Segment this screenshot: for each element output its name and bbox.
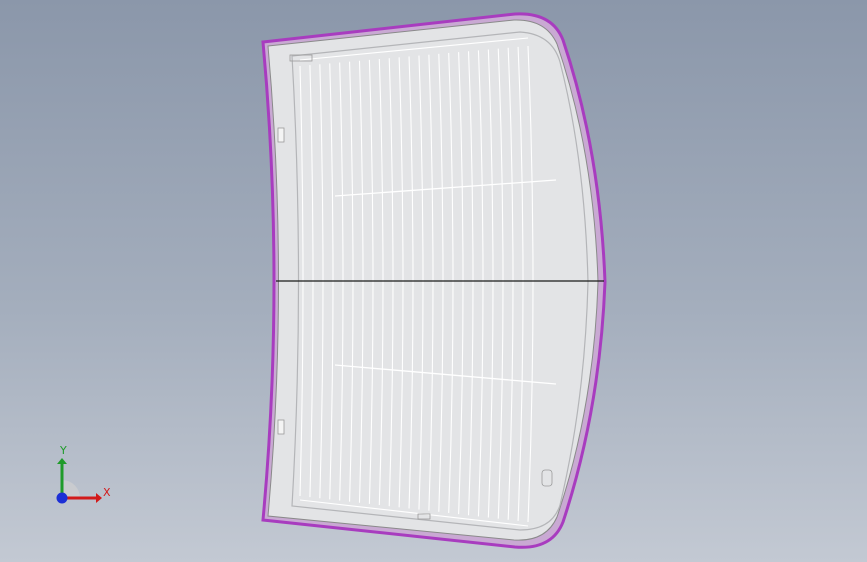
y-axis-label: Y — [60, 444, 67, 457]
glass-panel-model[interactable] — [0, 0, 867, 562]
graphics-viewport[interactable]: X Y — [0, 0, 867, 562]
lower-clip — [277, 419, 285, 435]
triad-y-arrow — [57, 458, 67, 464]
upper-clip — [277, 127, 285, 143]
triad-x-arrow — [96, 493, 102, 503]
coordinate-triad: X Y — [40, 440, 120, 510]
x-axis-label: X — [103, 486, 111, 499]
triad-z-axis — [56, 492, 68, 504]
